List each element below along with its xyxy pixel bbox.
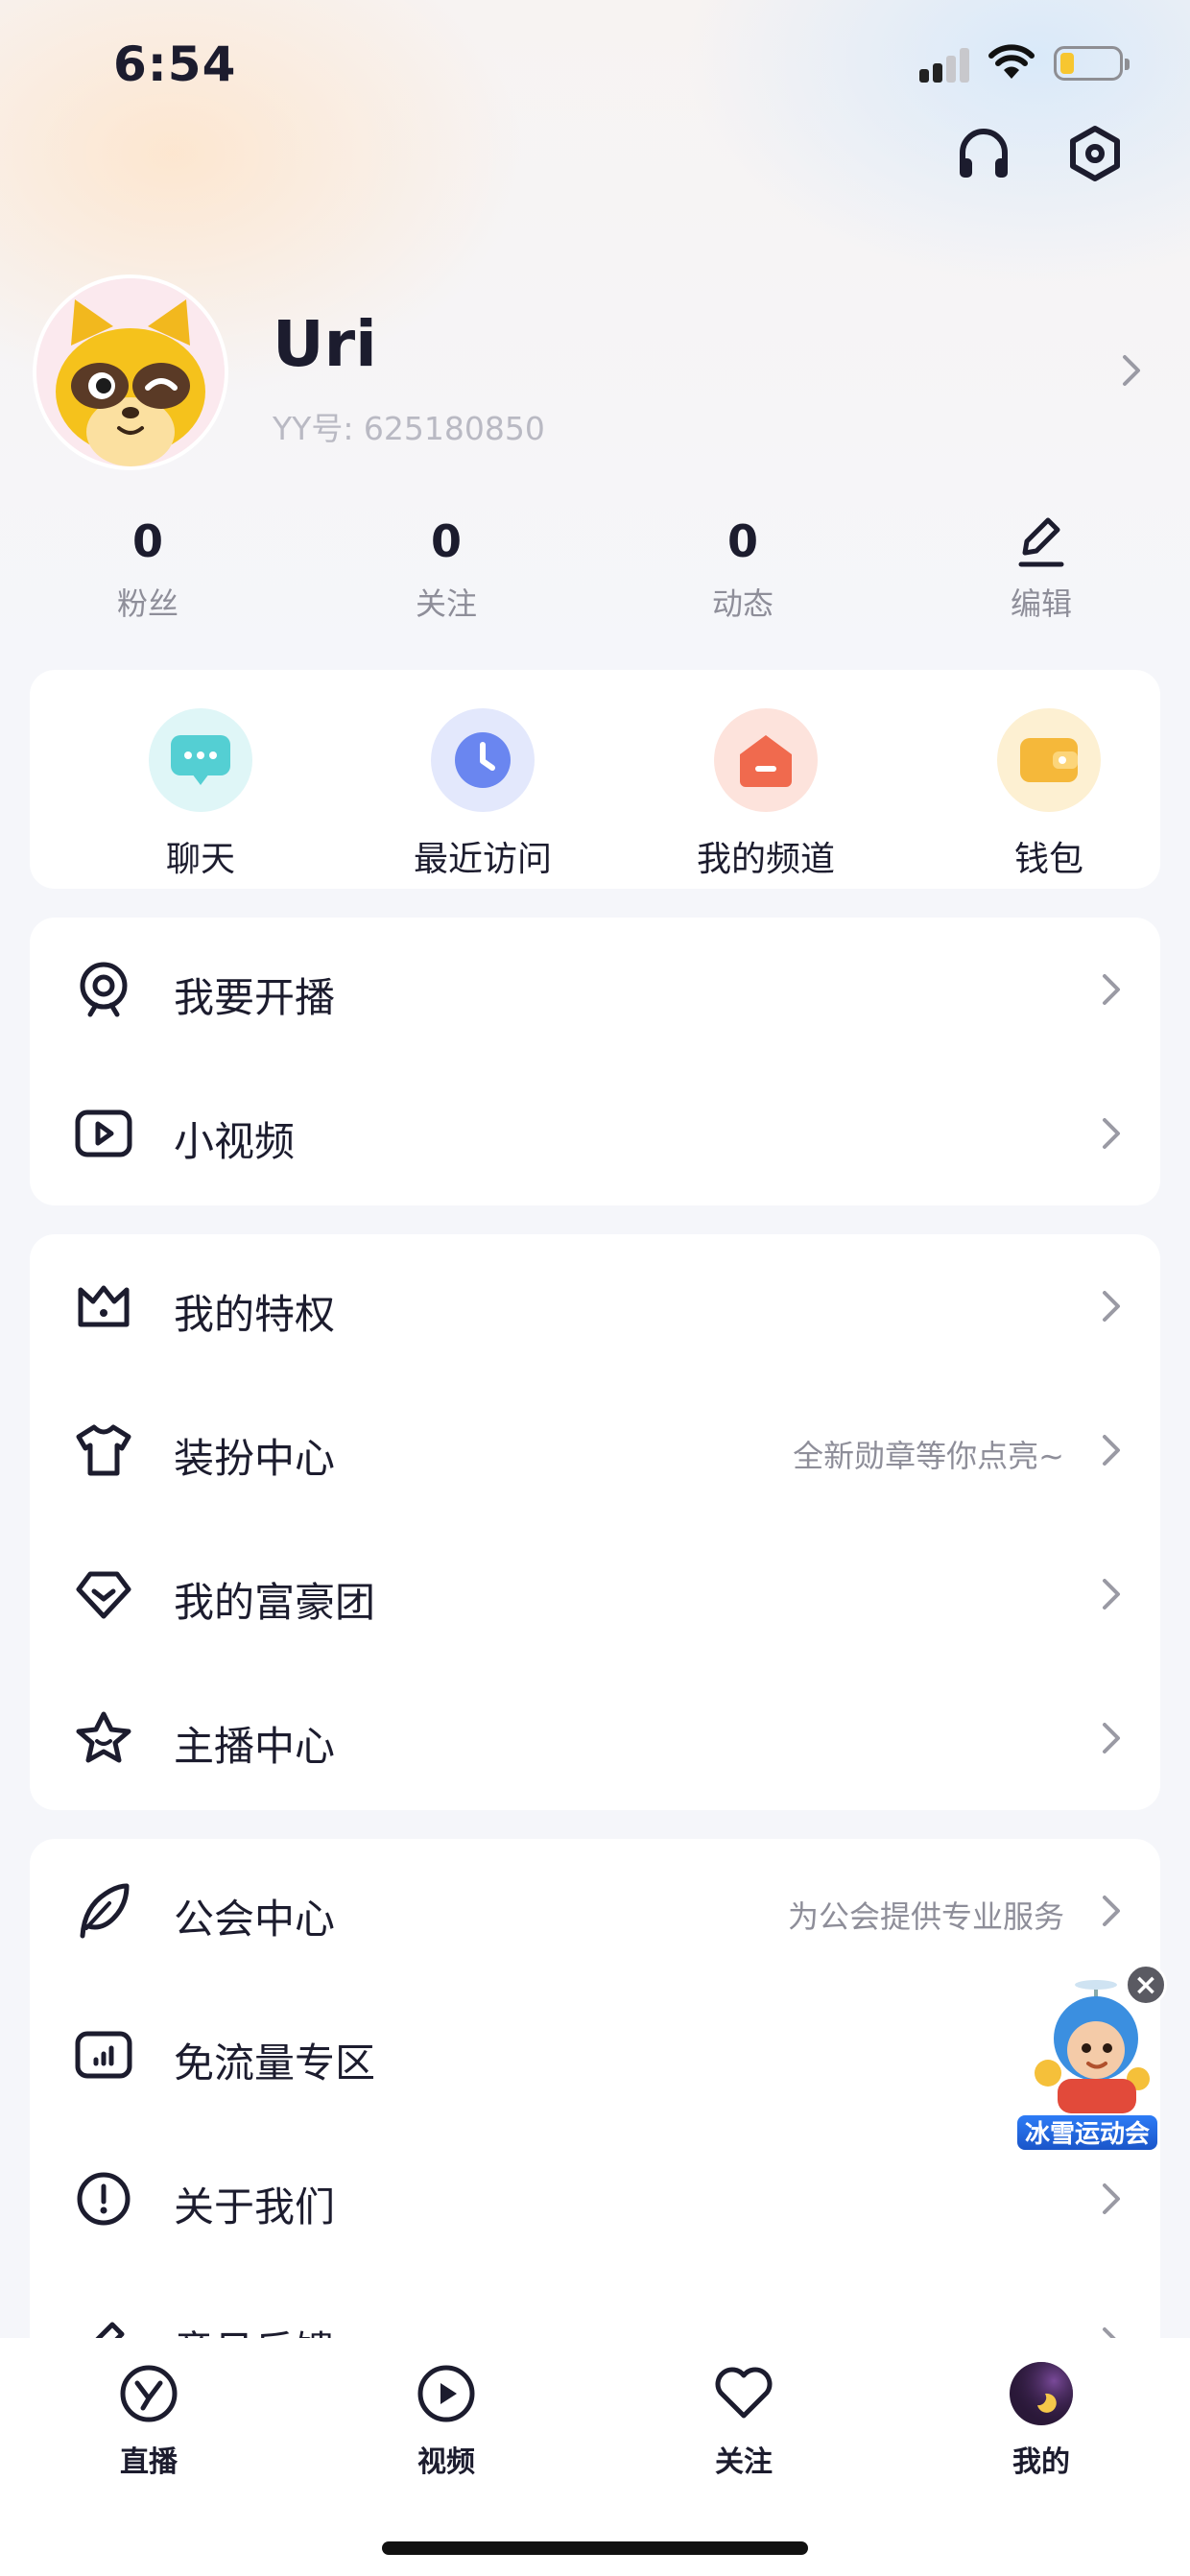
quick-channel[interactable]: 我的频道 [689,708,843,881]
stat-following-label: 关注 [415,585,477,622]
username: Uri [273,307,377,381]
close-icon[interactable]: × [1125,1964,1167,2006]
menu-item-host-center[interactable]: 主播中心 [30,1666,1160,1810]
stat-following[interactable]: 0 关注 [369,514,523,624]
stat-posts-count: 0 [726,515,758,567]
diamond-icon [74,1564,133,1624]
feather-icon [74,1881,133,1941]
menu-item-short-video-label: 小视频 [174,1118,296,1165]
quick-wallet-label: 钱包 [1013,840,1083,879]
stat-posts[interactable]: 0 动态 [666,514,820,624]
menu-item-about-us-label: 关于我们 [174,2183,336,2230]
chevron-right-icon [1103,1118,1120,1149]
menu-item-host-center-label: 主播中心 [174,1723,336,1770]
tab-follow[interactable]: 关注 [667,2359,821,2480]
menu-item-dressup-label: 装扮中心 [174,1435,336,1482]
chevron-right-icon [1103,1435,1120,1466]
bar-chart-icon [74,2025,133,2085]
tab-video[interactable]: 视频 [369,2359,523,2480]
chevron-right-icon [1103,1723,1120,1753]
tab-me[interactable]: 我的 [964,2359,1118,2480]
chevron-right-icon [1103,2183,1120,2214]
menu-item-about-us[interactable]: 关于我们 [30,2127,1160,2271]
stat-fans-label: 粉丝 [116,585,178,622]
chevron-right-icon [1103,1291,1120,1322]
tab-follow-label: 关注 [715,2445,773,2479]
stat-fans[interactable]: 0 粉丝 [71,514,225,624]
house-icon [714,708,818,812]
wallet-icon [997,708,1101,812]
menu-item-privileges[interactable]: 我的特权 [30,1234,1160,1378]
moon-avatar-icon [964,2359,1118,2428]
webcam-icon [74,960,133,1019]
status-bar: 6:54 [0,0,1190,134]
clock-icon [431,708,535,812]
quick-chat-label: 聊天 [165,840,235,879]
video-play-icon [74,1104,133,1163]
menu-card-1: 我要开播 小视频 [30,918,1160,1205]
exclamation-circle-icon [74,2169,133,2229]
menu-item-guild-center[interactable]: 公会中心 为公会提供专业服务 [30,1839,1160,1983]
tab-video-label: 视频 [417,2445,475,2479]
quick-channel-label: 我的频道 [696,840,835,879]
quick-recent[interactable]: 最近访问 [406,708,559,881]
status-time: 6:54 [113,36,237,92]
menu-item-go-live[interactable]: 我要开播 [30,918,1160,1061]
menu-item-short-video[interactable]: 小视频 [30,1061,1160,1205]
stat-following-count: 0 [430,515,462,567]
chevron-right-icon [1103,1579,1120,1610]
quick-wallet[interactable]: 钱包 [972,708,1126,881]
menu-card-2: 我的特权 装扮中心 全新勋章等你点亮~ 我的富豪团 主播中心 [30,1234,1160,1810]
tshirt-icon [74,1420,133,1480]
wifi-icon [988,44,1035,79]
chevron-right-icon [1103,1896,1120,1926]
menu-item-guild-center-hint: 为公会提供专业服务 [787,1898,1064,1935]
edit-profile-button[interactable]: 编辑 [964,514,1118,624]
tab-me-label: 我的 [1012,2445,1070,2479]
menu-item-rich-club-label: 我的富豪团 [174,1579,376,1626]
quick-chat[interactable]: 聊天 [124,708,277,881]
star-smile-icon [74,1708,133,1768]
quick-actions-card: 聊天 最近访问 我的频道 钱包 [30,670,1160,889]
stat-fans-count: 0 [131,515,163,567]
menu-item-dressup[interactable]: 装扮中心 全新勋章等你点亮~ [30,1378,1160,1522]
menu-item-rich-club[interactable]: 我的富豪团 [30,1522,1160,1666]
profile-chevron-icon[interactable] [1121,353,1142,388]
menu-item-privileges-label: 我的特权 [174,1291,336,1338]
tab-live-label: 直播 [120,2445,178,2479]
edit-label: 编辑 [1010,585,1072,622]
headphones-icon[interactable] [950,120,1017,187]
stat-posts-label: 动态 [711,585,774,622]
heart-icon [667,2359,821,2428]
chevron-right-icon [1103,974,1120,1005]
settings-icon[interactable] [1061,120,1129,187]
yy-id: YY号: 625180850 [273,410,545,447]
avatar[interactable] [33,274,228,470]
quick-recent-label: 最近访问 [413,840,552,879]
menu-item-free-data-label: 免流量专区 [174,2039,376,2087]
crown-icon [74,1276,133,1336]
floating-promo-badge[interactable]: 冰雪运动会 [1015,1979,1159,2161]
tab-live[interactable]: 直播 [72,2359,226,2480]
menu-item-dressup-hint: 全新勋章等你点亮~ [793,1438,1064,1474]
play-icon [369,2359,523,2428]
y-logo-icon [72,2359,226,2428]
edit-pencil-icon [964,514,1118,568]
battery-icon [1054,46,1130,81]
raccoon-mascot-icon [36,278,225,466]
menu-item-guild-center-label: 公会中心 [174,1896,336,1943]
chat-bubble-icon [149,708,252,812]
signal-icon [919,48,971,83]
menu-item-go-live-label: 我要开播 [174,974,336,1021]
bottom-tab-bar: 直播 视频 关注 我的 [0,2338,1190,2576]
floating-promo-label: 冰雪运动会 [1015,2113,1159,2152]
home-indicator [382,2541,808,2555]
menu-item-free-data[interactable]: 免流量专区 [30,1983,1160,2127]
